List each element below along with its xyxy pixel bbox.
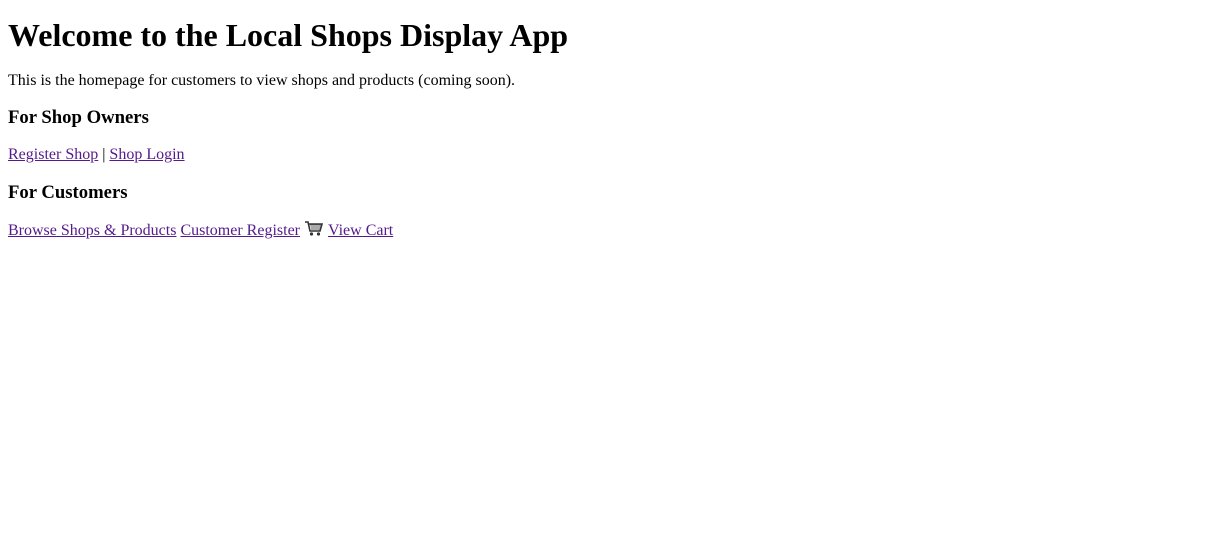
customers-heading: For Customers bbox=[8, 182, 128, 203]
register-shop-link[interactable]: Register Shop bbox=[8, 146, 98, 163]
shop-login-link[interactable]: Shop Login bbox=[109, 146, 184, 163]
shopping-cart-icon bbox=[304, 220, 324, 243]
customers-links: Browse Shops & Products Customer Registe… bbox=[8, 220, 1220, 243]
intro-text: This is the homepage for customers to vi… bbox=[8, 72, 516, 89]
customer-register-link[interactable]: Customer Register bbox=[180, 222, 300, 239]
link-separator: | bbox=[102, 146, 106, 163]
page-title: Welcome to the Local Shops Display App bbox=[8, 17, 569, 53]
owners-heading: For Shop Owners bbox=[8, 107, 149, 128]
owners-links: Register Shop | Shop Login bbox=[8, 145, 1220, 165]
view-cart-link[interactable]: View Cart bbox=[304, 221, 394, 239]
view-cart-label: View Cart bbox=[328, 222, 394, 239]
browse-shops-link[interactable]: Browse Shops & Products bbox=[8, 222, 176, 239]
